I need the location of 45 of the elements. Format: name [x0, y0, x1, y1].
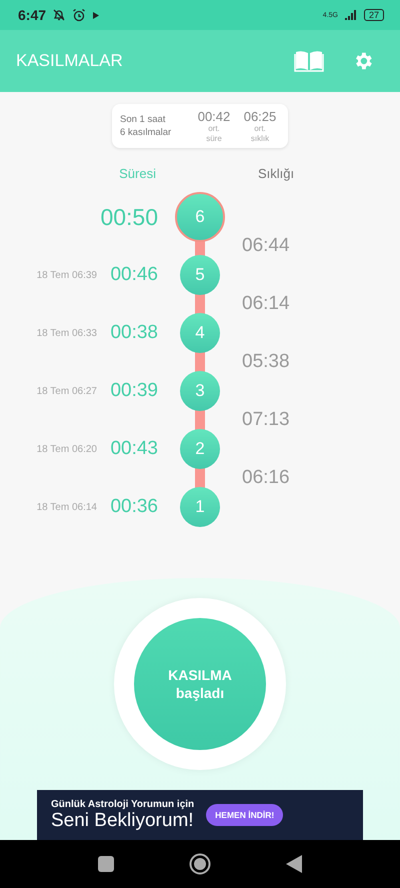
column-heading[interactable]: Sıklığı: [258, 166, 294, 180]
stat-value: 00:42: [198, 108, 230, 124]
contraction-frequency: 06:44: [242, 235, 291, 257]
contraction-node[interactable]: 3: [180, 371, 220, 411]
contraction-node[interactable]: 5: [180, 255, 220, 295]
contraction-node[interactable]: 1: [180, 487, 220, 527]
battery-level: 27: [364, 9, 384, 21]
alarm-icon: [72, 8, 86, 22]
contraction-duration: 00:43: [110, 438, 158, 460]
contraction-node[interactable]: 2: [180, 429, 220, 469]
signal-icon: [344, 9, 358, 21]
contraction-duration: 00:38: [110, 322, 158, 344]
contraction-date: 18 Tem 06:39: [36, 270, 97, 280]
recents-icon[interactable]: [98, 856, 114, 872]
contraction-date: 18 Tem 06:33: [36, 328, 97, 338]
summary-count: 6 kasılmalar: [120, 127, 172, 138]
back-icon[interactable]: [286, 855, 302, 873]
contraction-frequency: 07:13: [242, 409, 291, 431]
contraction-date: 18 Tem 06:27: [36, 386, 97, 396]
stat-label: ort. sıklık: [250, 124, 270, 144]
summary-period: Son 1 saat: [120, 114, 166, 125]
home-icon[interactable]: [188, 853, 211, 875]
column-heading[interactable]: Süresi: [119, 166, 156, 180]
contraction-frequency: 06:16: [242, 467, 291, 489]
ad-headline: Günlük Astroloji Yorumun için: [51, 798, 194, 810]
contraction-duration: 00:39: [110, 380, 158, 402]
contraction-date: 18 Tem 06:14: [36, 502, 97, 512]
stat-value: 06:25: [244, 108, 276, 124]
screen-title: KASILMALAR: [16, 51, 124, 71]
contraction-duration: 00:36: [110, 496, 158, 518]
contraction-frequency: 05:38: [242, 351, 291, 373]
ad-tagline: Seni Bekliyorum!: [51, 810, 194, 832]
contraction-node[interactable]: 4: [180, 313, 220, 353]
ad-banner[interactable]: Günlük Astroloji Yorumun için Seni Bekliyorum! HEMEN İNDİR!: [37, 790, 363, 840]
play-icon: [92, 10, 100, 20]
contraction-duration: 00:46: [110, 264, 158, 286]
muted-bell-icon: [52, 8, 66, 22]
clock: 6:47: [18, 7, 46, 23]
contraction-frequency: 06:14: [242, 293, 291, 315]
contraction-start-button[interactable]: KASILMA başladı: [134, 618, 266, 750]
ad-download-button[interactable]: HEMEN İNDİR!: [206, 804, 284, 826]
contraction-node[interactable]: 6: [175, 192, 225, 242]
contraction-duration: 00:50: [100, 204, 158, 230]
contraction-date: 18 Tem 06:20: [36, 444, 97, 454]
stat-label: ort. süre: [206, 124, 222, 144]
